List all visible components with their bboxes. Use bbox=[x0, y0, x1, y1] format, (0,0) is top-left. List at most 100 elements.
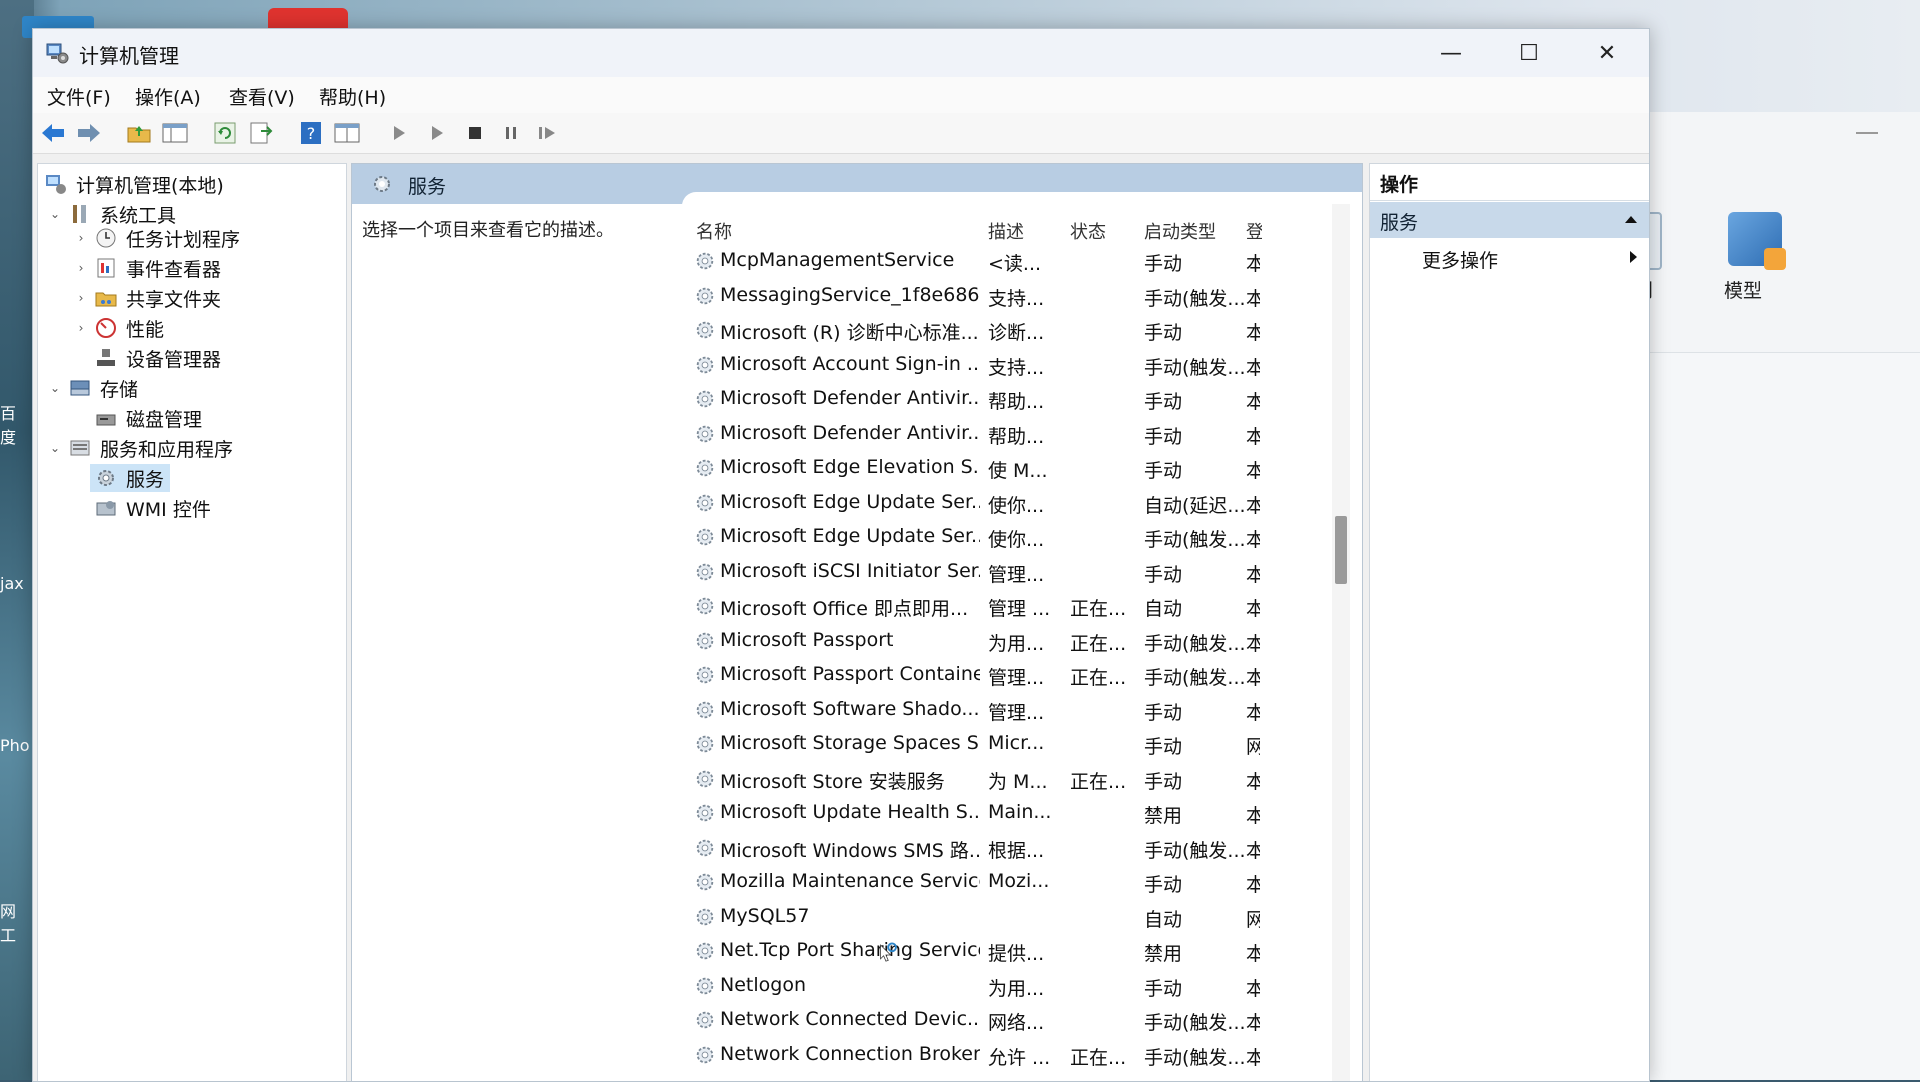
properties-icon[interactable] bbox=[333, 119, 361, 147]
up-folder-icon[interactable] bbox=[125, 119, 153, 147]
service-description: 为用... bbox=[988, 977, 1045, 1000]
start-alt-icon[interactable] bbox=[423, 119, 451, 147]
service-row[interactable]: Microsoft Office 即点即用... 管理 ... 正在... 自动 本 bbox=[686, 589, 1286, 623]
desktop-icon-label[interactable]: 工 bbox=[0, 922, 30, 946]
show-hide-tree-icon[interactable] bbox=[161, 119, 189, 147]
service-row[interactable]: Mozilla Maintenance Service Mozi... 手动 本 bbox=[686, 865, 1286, 899]
column-header-startup-type[interactable]: 启动类型 bbox=[1144, 218, 1216, 244]
desktop-icon-label[interactable]: jax bbox=[0, 574, 30, 593]
service-row[interactable]: Microsoft Account Sign-in ... 支持... 手动(触发.… bbox=[686, 348, 1286, 382]
services-list: 名称 描述 状态 启动类型 登 McpManagementService <读..… bbox=[686, 204, 1362, 1081]
chevron-down-icon[interactable]: ⌄ bbox=[46, 381, 64, 395]
chevron-down-icon[interactable]: ⌄ bbox=[46, 441, 64, 455]
chevron-right-icon[interactable]: › bbox=[72, 321, 90, 335]
close-button[interactable]: ✕ bbox=[1569, 29, 1645, 77]
service-name: Net.Tcp Port Sharing Service bbox=[720, 939, 980, 961]
service-description: 帮助... bbox=[988, 425, 1045, 448]
export-list-icon[interactable] bbox=[247, 119, 275, 147]
chevron-right-icon[interactable]: › bbox=[72, 291, 90, 305]
menu-file[interactable]: 文件(F) bbox=[47, 83, 111, 110]
description-panel: 选择一个项目来查看它的描述。 bbox=[352, 204, 682, 1081]
service-row[interactable]: Net.Tcp Port Sharing Service 提供... 禁用 本 bbox=[686, 934, 1286, 968]
tree-item-task-scheduler[interactable]: › 任务计划程序 bbox=[72, 224, 240, 252]
service-row[interactable]: Microsoft iSCSI Initiator Ser... 管理... 手动 本 bbox=[686, 555, 1286, 589]
forward-icon[interactable] bbox=[75, 119, 103, 147]
title-bar[interactable]: 计算机管理 — ☐ ✕ bbox=[33, 29, 1649, 77]
service-row[interactable]: Microsoft Update Health S... Main... 禁用 本 bbox=[686, 796, 1286, 830]
refresh-icon[interactable] bbox=[211, 119, 239, 147]
desktop-icon-label[interactable]: 网 bbox=[0, 898, 30, 922]
resume-service-icon[interactable] bbox=[533, 119, 561, 147]
help-icon[interactable]: ? bbox=[297, 119, 325, 147]
actions-section-services[interactable]: 服务 bbox=[1370, 202, 1649, 238]
service-row[interactable]: MessagingService_1f8e686d 支持... 手动(触发...本 bbox=[686, 279, 1286, 313]
desktop-icon-label[interactable]: Pho bbox=[0, 736, 30, 755]
column-header-name[interactable]: 名称 bbox=[696, 218, 732, 244]
tree-item-label: 服务 bbox=[126, 468, 165, 491]
service-description: 提供... bbox=[988, 943, 1045, 965]
service-row[interactable]: Microsoft Defender Antivir... 帮助... 手动 本 bbox=[686, 382, 1286, 416]
back-icon[interactable] bbox=[39, 119, 67, 147]
menu-help[interactable]: 帮助(H) bbox=[319, 83, 386, 110]
tree-item-services-and-apps[interactable]: ⌄ 服务和应用程序 bbox=[46, 434, 233, 462]
service-row[interactable]: Microsoft Windows SMS 路... 根据... 手动(触发...本 bbox=[686, 831, 1286, 865]
computer-management-icon bbox=[46, 43, 69, 64]
model-icon[interactable] bbox=[1728, 212, 1786, 270]
chevron-right-icon[interactable]: › bbox=[72, 261, 90, 275]
service-row[interactable]: Microsoft Edge Update Ser... 使你... 自动(延迟..… bbox=[686, 486, 1286, 520]
service-description: 帮助... bbox=[988, 391, 1045, 413]
service-row[interactable]: McpManagementService <读... 手动 本 bbox=[686, 244, 1286, 278]
tree-item-device-manager[interactable]: 设备管理器 bbox=[90, 344, 221, 372]
shared-folder-icon bbox=[94, 286, 118, 310]
tree-item-label: 设备管理器 bbox=[126, 348, 222, 371]
service-startup-type: 手动(触发... bbox=[1144, 529, 1244, 551]
vertical-scrollbar[interactable] bbox=[1332, 204, 1350, 1081]
service-name: Microsoft Store 安装服务 bbox=[720, 770, 945, 793]
service-row[interactable]: Microsoft Passport Container 管理... 正在... 手动… bbox=[686, 658, 1286, 692]
minimize-icon[interactable] bbox=[1856, 132, 1878, 134]
service-row[interactable]: Microsoft Software Shado... 管理... 手动 本 bbox=[686, 693, 1286, 727]
tree-root[interactable]: 计算机管理(本地) bbox=[44, 170, 224, 198]
collapse-up-icon[interactable] bbox=[1624, 214, 1638, 224]
chevron-right-icon[interactable]: › bbox=[72, 231, 90, 245]
service-row[interactable]: Netlogon 为用... 手动 本 bbox=[686, 969, 1286, 1003]
stop-service-icon[interactable] bbox=[461, 119, 489, 147]
tree-item-performance[interactable]: › 性能 bbox=[72, 314, 164, 342]
chevron-down-icon[interactable]: ⌄ bbox=[46, 207, 64, 221]
column-header-status[interactable]: 状态 bbox=[1070, 218, 1106, 244]
service-row[interactable]: Network Connected Devic... 网络... 手动(触发...本 bbox=[686, 1003, 1286, 1037]
service-row[interactable]: Network Connection Broker 允许 ... 正在... 手动(触… bbox=[686, 1038, 1286, 1072]
tree-item-shared-folders[interactable]: › 共享文件夹 bbox=[72, 284, 221, 312]
service-name: MessagingService_1f8e686d bbox=[720, 283, 980, 306]
service-description: Micr... bbox=[988, 732, 1045, 754]
scrollbar-thumb[interactable] bbox=[1335, 516, 1347, 584]
tree-item-disk-management[interactable]: 磁盘管理 bbox=[90, 404, 202, 432]
minimize-button[interactable]: — bbox=[1413, 29, 1489, 77]
service-name: Microsoft Windows SMS 路... bbox=[720, 839, 980, 862]
service-row[interactable]: Microsoft Defender Antivir... 帮助... 手动 本 bbox=[686, 417, 1286, 451]
service-row[interactable]: Microsoft Edge Update Ser... 使你... 手动(触发..… bbox=[686, 520, 1286, 554]
column-header-logon[interactable]: 登 bbox=[1246, 218, 1262, 244]
service-row[interactable]: MySQL57 自动 网 bbox=[686, 900, 1286, 934]
pause-service-icon[interactable] bbox=[497, 119, 525, 147]
service-row[interactable]: Microsoft Passport 为用... 正在... 手动(触发...本 bbox=[686, 624, 1286, 658]
tree-item-event-viewer[interactable]: › 事件查看器 bbox=[72, 254, 221, 282]
tree-item-storage[interactable]: ⌄ 存储 bbox=[46, 374, 138, 402]
service-row[interactable]: Microsoft Storage Spaces S... Micr... 手动 网 bbox=[686, 727, 1286, 761]
service-row[interactable]: Microsoft Edge Elevation S... 使 M... 手动 本 bbox=[686, 451, 1286, 485]
tree-item-wmi-control[interactable]: WMI 控件 bbox=[90, 494, 211, 522]
menu-action[interactable]: 操作(A) bbox=[135, 83, 201, 110]
column-header-description[interactable]: 描述 bbox=[988, 218, 1024, 244]
tree-item-services[interactable]: 服务 bbox=[90, 464, 171, 492]
desktop-icon-label[interactable]: 百度 bbox=[0, 400, 30, 448]
service-row[interactable]: Microsoft (R) 诊断中心标准... 诊断... 手动 本 bbox=[686, 313, 1286, 347]
more-actions-item[interactable]: 更多操作 bbox=[1370, 240, 1649, 276]
start-service-icon[interactable] bbox=[385, 119, 413, 147]
maximize-button[interactable]: ☐ bbox=[1491, 29, 1567, 77]
service-startup-type: 手动 bbox=[1144, 460, 1183, 482]
service-logon: 本 bbox=[1246, 1043, 1260, 1070]
service-startup-type: 手动 bbox=[1144, 701, 1183, 724]
service-row[interactable]: Microsoft Store 安装服务 为 M... 正在... 手动 本 bbox=[686, 762, 1286, 796]
service-logon: 网 bbox=[1246, 732, 1260, 759]
menu-view[interactable]: 查看(V) bbox=[229, 83, 295, 110]
